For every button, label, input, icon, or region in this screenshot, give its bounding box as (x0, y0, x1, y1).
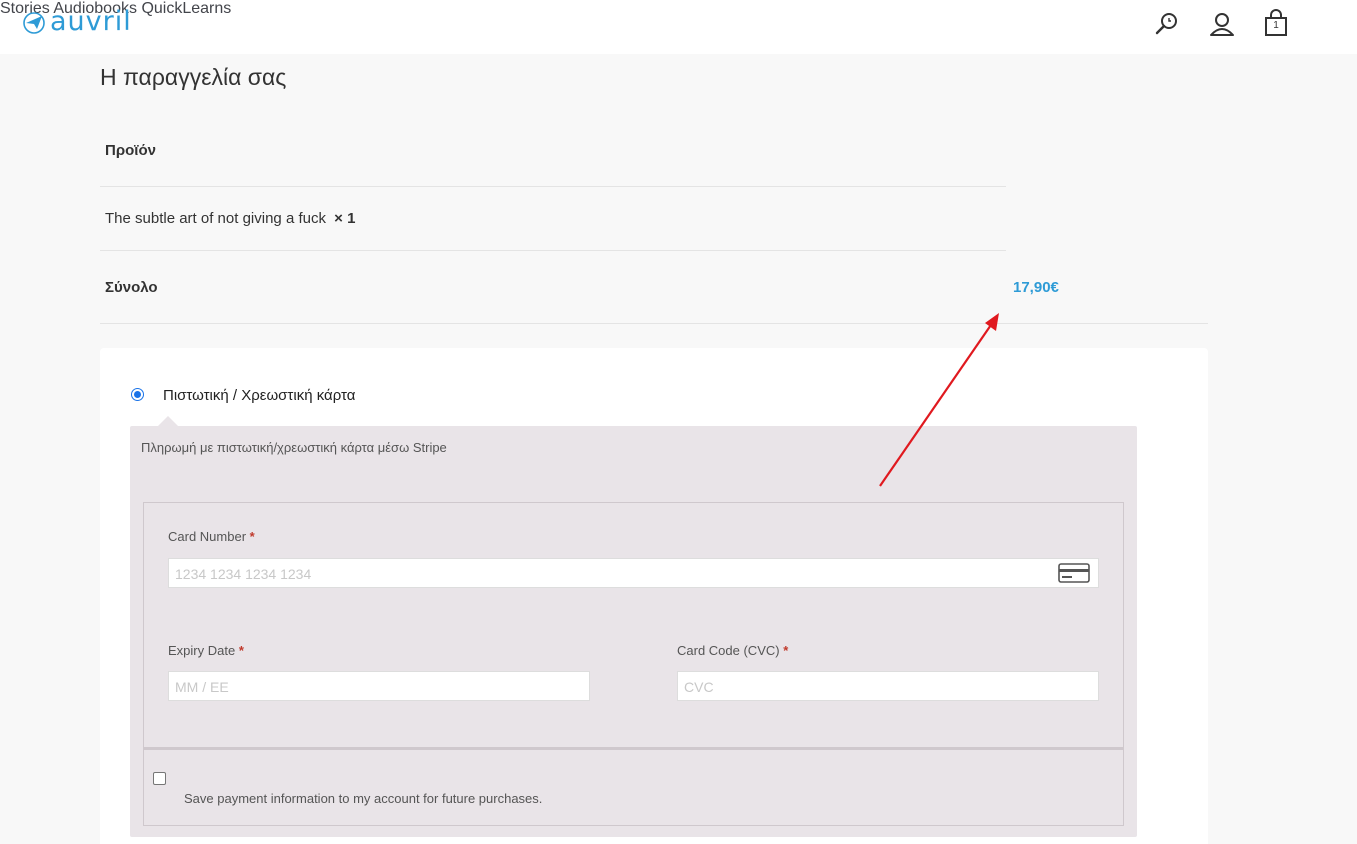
credit-card-icon (1058, 563, 1090, 583)
required-mark: * (783, 643, 789, 658)
save-fieldset (143, 748, 1124, 826)
card-number-label-text: Card Number (168, 529, 247, 544)
payment-description: Πληρωμή με πιστωτική/χρεωστική κάρτα μέσ… (141, 440, 447, 455)
product-name: The subtle art of not giving a fuck (105, 210, 326, 227)
panel-caret (158, 416, 178, 426)
card-fieldset (143, 502, 1124, 748)
logo[interactable]: auvril (22, 6, 132, 38)
payment-method-radio[interactable] (131, 388, 144, 401)
card-number-input[interactable]: 1234 1234 1234 1234 (168, 558, 1099, 588)
cart-count: 1 (1273, 20, 1279, 31)
cvc-input[interactable]: CVC (677, 671, 1099, 701)
divider (100, 186, 1006, 187)
expiry-input[interactable]: MM / ΕΕ (168, 671, 590, 701)
site-header: auvril Stories Audiobooks QuickLearns 1 (0, 0, 1357, 54)
cart-icon[interactable]: 1 (1263, 8, 1289, 38)
nav-quicklearns[interactable]: QuickLearns (141, 0, 231, 17)
save-payment-checkbox[interactable] (153, 772, 166, 785)
logo-text: auvril (50, 6, 132, 37)
expiry-label-text: Expiry Date (168, 643, 236, 658)
total-value: 17,90€ (1013, 279, 1059, 296)
required-mark: * (249, 529, 255, 544)
divider (100, 323, 1208, 324)
divider (100, 250, 1006, 251)
product-column-header: Προϊόν (105, 142, 156, 159)
product-quantity: × 1 (334, 210, 356, 227)
order-item: The subtle art of not giving a fuck × 1 (105, 210, 355, 227)
search-icon[interactable] (1154, 10, 1180, 38)
page-title: Η παραγγελία σας (100, 64, 287, 90)
expiry-label: Expiry Date * (168, 643, 244, 658)
payment-method-label[interactable]: Πιστωτική / Χρεωστική κάρτα (163, 387, 355, 404)
cvc-label-text: Card Code (CVC) (677, 643, 780, 658)
cvc-label: Card Code (CVC) * (677, 643, 788, 658)
save-payment-label[interactable]: Save payment information to my account f… (184, 791, 542, 806)
card-number-label: Card Number * (168, 529, 255, 544)
logo-mark-icon (23, 12, 45, 34)
account-icon[interactable] (1209, 10, 1235, 38)
total-label: Σύνολο (105, 279, 158, 296)
required-mark: * (238, 643, 244, 658)
